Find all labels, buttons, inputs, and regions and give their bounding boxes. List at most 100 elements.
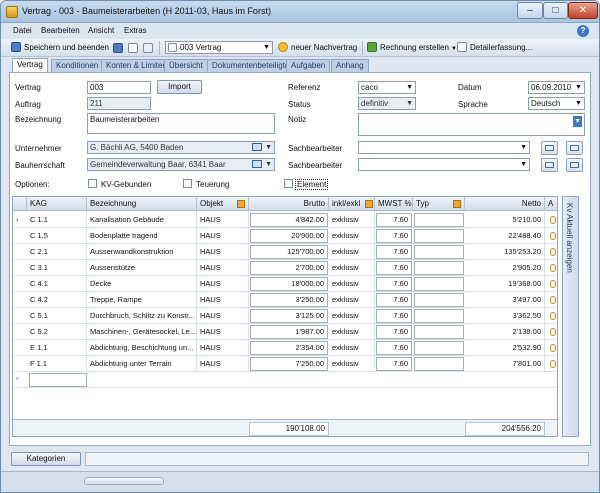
header-brutto[interactable]: Brutto <box>249 197 329 211</box>
notiz-field[interactable]: ▼ <box>358 113 585 136</box>
cell-inkl-exkl[interactable]: exklusiv <box>329 308 375 324</box>
table-row[interactable]: C 4.1 Decke HAUS 18'000.00 exklusiv 7.60 19'36… <box>13 276 557 292</box>
sachbearbeiter-2-select[interactable]: ▼ <box>358 158 530 171</box>
cell-typ[interactable] <box>414 309 464 323</box>
table-row[interactable]: › C 1.1 Kanalisation Gebäude HAUS 4'842.00 ex… <box>13 212 557 228</box>
save-icon[interactable] <box>113 43 123 53</box>
header-netto[interactable]: Netto <box>465 197 545 211</box>
save-and-close-button[interactable]: Speichern und beenden <box>11 42 109 52</box>
table-row[interactable]: F 1.1 Abdichtung unter Terrain HAUS 7'250.0… <box>13 356 557 372</box>
paperclip-icon[interactable] <box>550 312 556 320</box>
cell-bezeichnung[interactable]: Abdichtung, Beschichtung un... <box>87 340 197 356</box>
cell-mwst[interactable]: 7.60 <box>376 293 412 307</box>
import-button[interactable]: Import <box>157 80 202 94</box>
rechnung-erstellen-button[interactable]: Rechnung erstellen ▼ <box>367 42 457 52</box>
cell-objekt[interactable]: HAUS <box>197 276 249 292</box>
table-row[interactable]: E 1.1 Abdichtung, Beschichtung un... HAUS 2… <box>13 340 557 356</box>
kv-gebunden-checkbox[interactable] <box>88 179 97 188</box>
header-bezeichnung[interactable]: Bezeichnung <box>87 197 197 211</box>
cell-bezeichnung[interactable]: Aussenwandkonstruktion <box>87 244 197 260</box>
cell-objekt[interactable]: HAUS <box>197 292 249 308</box>
cell-bezeichnung[interactable]: Treppe, Rampe <box>87 292 197 308</box>
kv-aktuell-sidebar[interactable]: Kv Aktuell anzeigen <box>562 196 579 437</box>
cell-mwst[interactable]: 7.60 <box>376 277 412 291</box>
cell-mwst[interactable]: 7.60 <box>376 213 412 227</box>
close-button[interactable]: ✕ <box>568 2 598 19</box>
cell-typ[interactable] <box>414 261 464 275</box>
paperclip-icon[interactable] <box>550 328 556 336</box>
tab-konditionen[interactable]: Konditionen <box>51 59 104 72</box>
tab-anhang[interactable]: Anhang <box>331 59 369 72</box>
paperclip-icon[interactable] <box>550 280 556 288</box>
paperclip-icon[interactable] <box>550 248 556 256</box>
contact-button[interactable] <box>566 158 583 172</box>
cell-brutto[interactable]: 3'125.00 <box>250 309 328 323</box>
cell-brutto[interactable]: 4'842.00 <box>250 213 328 227</box>
cell-kag[interactable]: F 1.1 <box>27 356 87 372</box>
cell-kag[interactable]: C 3.1 <box>27 260 87 276</box>
cell-typ[interactable] <box>414 229 464 243</box>
unternehmer-select[interactable]: G. Bächli AG, 5400 Baden ▼ <box>87 141 275 154</box>
cell-bezeichnung[interactable]: Kanalisation Gebäude <box>87 212 197 228</box>
tab-aufgaben[interactable]: Aufgaben <box>286 59 331 72</box>
cell-kag[interactable]: C 5.1 <box>27 308 87 324</box>
tab-konten-limiten[interactable]: Konten & Limiten <box>101 59 172 72</box>
cell-mwst[interactable]: 7.60 <box>376 341 412 355</box>
cell-objekt[interactable]: HAUS <box>197 212 249 228</box>
cell-inkl-exkl[interactable]: exklusiv <box>329 212 375 228</box>
table-row[interactable]: C 5.1 Durchbruch, Schlitz zu Konstr... HAU… <box>13 308 557 324</box>
cell-kag[interactable]: C 5.2 <box>27 324 87 340</box>
cell-netto[interactable]: 2'532.90 <box>465 340 545 356</box>
cell-brutto[interactable]: 2'700.00 <box>250 261 328 275</box>
email-button[interactable] <box>541 141 558 155</box>
paperclip-icon[interactable] <box>550 216 556 224</box>
status-select[interactable]: definitiv ▼ <box>358 97 416 110</box>
cell-kag[interactable]: C 4.1 <box>27 276 87 292</box>
header-kag[interactable]: KAG <box>27 197 87 211</box>
teuerung-checkbox[interactable] <box>183 179 192 188</box>
table-row[interactable]: C 3.1 Aussenstütze HAUS 2'700.00 exklusiv 7.6… <box>13 260 557 276</box>
cell-brutto[interactable]: 2'354.00 <box>250 341 328 355</box>
cell-kag[interactable]: E 1.1 <box>27 340 87 356</box>
cell-typ[interactable] <box>414 245 464 259</box>
header-inkl-exkl[interactable]: inkl/exkl <box>329 197 375 211</box>
horizontal-scrollbar[interactable] <box>84 477 164 485</box>
cell-mwst[interactable]: 7.60 <box>376 357 412 371</box>
cell-brutto[interactable]: 1'987.00 <box>250 325 328 339</box>
cell-mwst[interactable]: 7.60 <box>376 245 412 259</box>
cell-brutto[interactable]: 20'900.00 <box>250 229 328 243</box>
cell-brutto[interactable]: 125'700.00 <box>250 245 328 259</box>
cell-inkl-exkl[interactable]: exklusiv <box>329 356 375 372</box>
filter-icon[interactable] <box>237 200 245 208</box>
cell-typ[interactable] <box>414 293 464 307</box>
cell-netto[interactable]: 3'362.50 <box>465 308 545 324</box>
cell-mwst[interactable]: 7.60 <box>376 325 412 339</box>
cell-netto[interactable]: 3'497.00 <box>465 292 545 308</box>
tab-vertrag[interactable]: Vertrag <box>12 58 48 72</box>
cell-inkl-exkl[interactable]: exklusiv <box>329 228 375 244</box>
cell-brutto[interactable]: 18'000.00 <box>250 277 328 291</box>
bezeichnung-field[interactable]: Baumeisterarbeiten <box>87 113 275 134</box>
cell-kag[interactable]: C 1.5 <box>27 228 87 244</box>
cell-netto[interactable]: 5'210.00 <box>465 212 545 228</box>
cell-inkl-exkl[interactable]: exklusiv <box>329 244 375 260</box>
cell-netto[interactable]: 7'801.00 <box>465 356 545 372</box>
cell-kag[interactable]: C 2.1 <box>27 244 87 260</box>
header-mwst[interactable]: MWST % <box>375 197 413 211</box>
cell-kag[interactable]: C 4.2 <box>27 292 87 308</box>
paperclip-icon[interactable] <box>550 232 556 240</box>
cell-objekt[interactable]: HAUS <box>197 356 249 372</box>
cell-objekt[interactable]: HAUS <box>197 340 249 356</box>
menu-datei[interactable]: Datei <box>13 26 32 35</box>
cell-typ[interactable] <box>414 325 464 339</box>
cell-mwst[interactable]: 7.60 <box>376 261 412 275</box>
cell-brutto[interactable]: 3'250.00 <box>250 293 328 307</box>
notiz-expand-icon[interactable]: ▼ <box>573 116 582 127</box>
help-icon[interactable]: ? <box>577 25 589 37</box>
datum-field[interactable]: 06.09.2010 ▼ <box>528 81 585 94</box>
cell-objekt[interactable]: HAUS <box>197 244 249 260</box>
cell-brutto[interactable]: 7'250.00 <box>250 357 328 371</box>
header-attachment[interactable]: A <box>545 197 557 211</box>
cell-inkl-exkl[interactable]: exklusiv <box>329 324 375 340</box>
cell-inkl-exkl[interactable]: exklusiv <box>329 276 375 292</box>
